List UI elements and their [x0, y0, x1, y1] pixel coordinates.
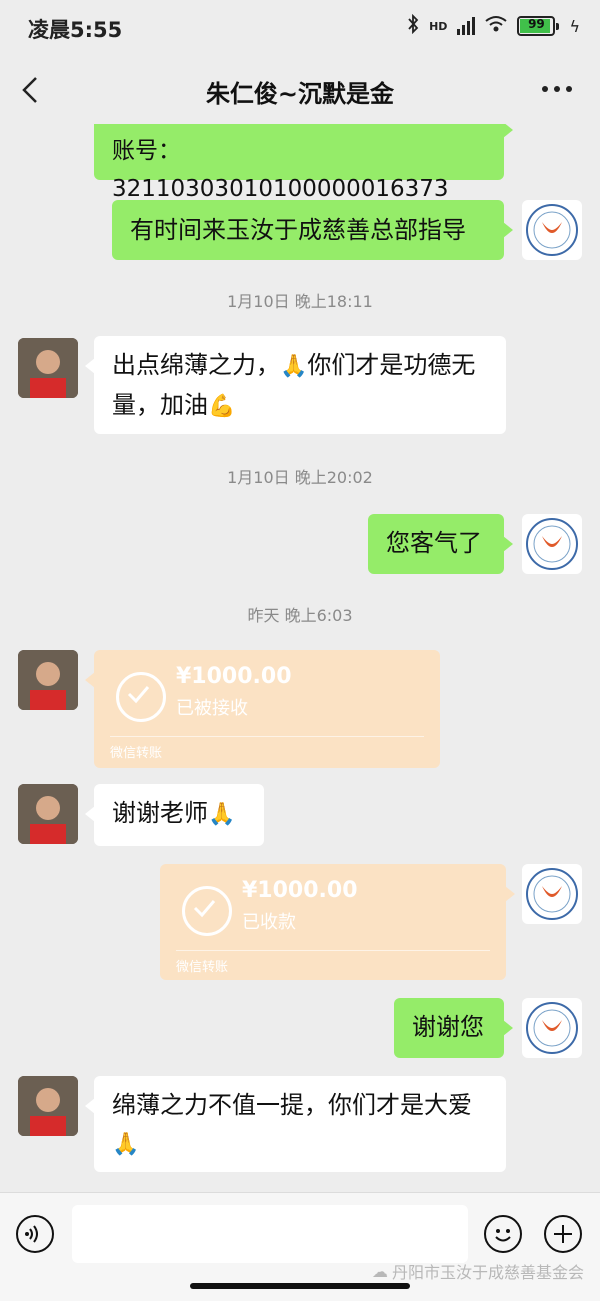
- transfer-card[interactable]: ¥1000.00 已收款 微信转账: [160, 864, 515, 980]
- status-time: 凌晨5:55: [28, 18, 123, 42]
- watermark: ☁ 丹阳市玉汝于成慈善基金会: [372, 1259, 584, 1283]
- transfer-status: 已被接收: [176, 698, 248, 719]
- message-list[interactable]: 账号：32110303010100000016373 有时间来玉汝于成慈善总部指…: [0, 124, 600, 1192]
- org-logo-icon: [526, 868, 578, 920]
- bluetooth-icon: [407, 13, 419, 38]
- timestamp: 昨天 晚上6:03: [247, 606, 353, 625]
- my-avatar[interactable]: [522, 514, 582, 574]
- message-bubble[interactable]: 谢谢您: [394, 998, 513, 1058]
- transfer-status: 已收款: [242, 912, 296, 933]
- smiley-icon: [495, 1229, 511, 1242]
- signal-icon: [457, 17, 476, 35]
- home-indicator[interactable]: [190, 1283, 410, 1289]
- person-photo-icon: [18, 784, 78, 844]
- message-text: 量，加油: [112, 391, 208, 419]
- transfer-amount: ¥1000.00: [176, 664, 292, 689]
- message-bubble[interactable]: 有时间来玉汝于成慈善总部指导: [112, 200, 513, 260]
- contact-avatar[interactable]: [18, 650, 78, 710]
- message-text: 你们才是功德无: [307, 351, 476, 379]
- timestamp: 1月10日 晚上18:11: [227, 292, 373, 311]
- message-bubble[interactable]: 出点绵薄之力，🙏你们才是功德无 量，加油💪: [85, 336, 506, 434]
- charging-icon: ϟ: [569, 16, 580, 36]
- message-text: 账号：32110303010100000016373: [112, 138, 449, 202]
- message-text: 谢谢您: [412, 1013, 484, 1041]
- check-circle-icon: [116, 672, 166, 722]
- timestamp: 1月10日 晚上20:02: [227, 468, 373, 487]
- contact-avatar[interactable]: [18, 784, 78, 844]
- message-bubble[interactable]: 谢谢老师🙏: [85, 784, 264, 846]
- chat-title: 朱仁俊~沉默是金: [205, 80, 395, 108]
- network-label: HD: [429, 19, 448, 33]
- person-photo-icon: [18, 1076, 78, 1136]
- org-logo-icon: [526, 518, 578, 570]
- message-text: 有时间来玉汝于成慈善总部指导: [130, 216, 466, 244]
- voice-icon: [25, 1225, 38, 1243]
- transfer-amount: ¥1000.00: [242, 878, 358, 903]
- status-icons: HD 99 ϟ: [407, 13, 580, 38]
- battery-level: 99: [528, 17, 545, 31]
- person-photo-icon: [18, 338, 78, 398]
- message-text: 出点绵薄之力，: [112, 351, 280, 379]
- emoji-button[interactable]: [484, 1215, 522, 1253]
- wechat-official-icon: ☁: [371, 1261, 388, 1281]
- flexed-bicep-icon: 💪: [208, 394, 236, 419]
- org-logo-icon: [526, 204, 578, 256]
- message-text: 绵薄之力不值一提，你们才是大爱: [112, 1091, 472, 1119]
- status-bar: 凌晨5:55 HD 99 ϟ: [0, 0, 600, 56]
- more-actions-button[interactable]: [544, 1215, 582, 1253]
- message-bubble[interactable]: 您客气了: [368, 514, 513, 574]
- message-bubble[interactable]: 绵薄之力不值一提，你们才是大爱 🙏: [85, 1076, 506, 1172]
- input-bar: ☁ 丹阳市玉汝于成慈善基金会: [0, 1192, 600, 1301]
- voice-input-button[interactable]: [16, 1215, 54, 1253]
- watermark-text: 丹阳市玉汝于成慈善基金会: [391, 1263, 584, 1282]
- battery-icon: 99: [517, 16, 560, 36]
- pray-hands-icon: 🙏: [112, 1132, 140, 1157]
- pray-hands-icon: 🙏: [208, 802, 236, 827]
- wifi-icon: [485, 15, 508, 37]
- transfer-footer: 微信转账: [176, 960, 229, 975]
- my-avatar[interactable]: [522, 200, 582, 260]
- pray-hands-icon: 🙏: [280, 354, 308, 379]
- message-text: 您客气了: [386, 529, 482, 557]
- transfer-card[interactable]: ¥1000.00 已被接收 微信转账: [85, 650, 440, 768]
- org-logo-icon: [526, 1002, 578, 1054]
- my-avatar[interactable]: [522, 998, 582, 1058]
- transfer-footer: 微信转账: [110, 746, 163, 761]
- message-bubble[interactable]: 账号：32110303010100000016373: [94, 124, 513, 202]
- message-text: 谢谢老师: [112, 799, 208, 827]
- more-options-button[interactable]: [542, 86, 572, 92]
- person-photo-icon: [18, 650, 78, 710]
- contact-avatar[interactable]: [18, 1076, 78, 1136]
- contact-avatar[interactable]: [18, 338, 78, 398]
- chat-header: 朱仁俊~沉默是金: [0, 56, 600, 124]
- my-avatar[interactable]: [522, 864, 582, 924]
- message-input[interactable]: [72, 1205, 468, 1263]
- check-circle-icon: [182, 886, 232, 936]
